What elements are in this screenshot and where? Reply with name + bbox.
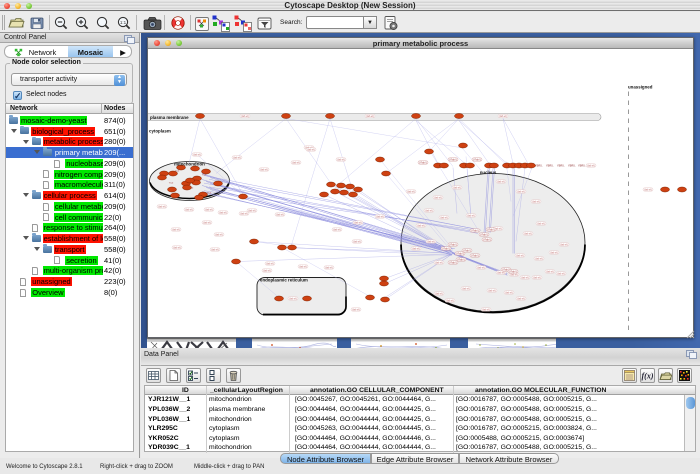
svg-text:(Ylab l): (Ylab l) bbox=[471, 254, 479, 257]
svg-text:(lab el): (lab el) bbox=[185, 208, 193, 211]
svg-text:(lab el): (lab el) bbox=[497, 271, 505, 274]
svg-text:(lab el): (lab el) bbox=[407, 190, 415, 193]
svg-text:(lab el): (lab el) bbox=[446, 299, 454, 302]
svg-text:(lab el): (lab el) bbox=[353, 240, 361, 243]
svg-text:(lab el): (lab el) bbox=[299, 265, 307, 268]
svg-text:(lab el): (lab el) bbox=[440, 216, 448, 219]
svg-text:(lab el): (lab el) bbox=[241, 115, 249, 118]
svg-text:(Ylab l): (Ylab l) bbox=[509, 270, 517, 273]
svg-text:(lab el): (lab el) bbox=[467, 214, 475, 217]
svg-text:(Ylab l): (Ylab l) bbox=[463, 249, 471, 252]
svg-text:(lab el): (lab el) bbox=[587, 164, 595, 167]
svg-text:(lab el): (lab el) bbox=[516, 254, 524, 257]
svg-text:(lab el): (lab el) bbox=[546, 270, 554, 273]
svg-text:(lab el): (lab el) bbox=[215, 233, 223, 236]
svg-text:(lab el): (lab el) bbox=[517, 190, 525, 193]
svg-text:nucleus: nucleus bbox=[480, 170, 497, 175]
svg-text:(lab el): (lab el) bbox=[417, 224, 425, 227]
svg-text:(lab el): (lab el) bbox=[644, 188, 652, 191]
svg-text:(lab el): (lab el) bbox=[532, 200, 540, 203]
svg-text:YBR0..: YBR0.. bbox=[578, 163, 586, 167]
svg-text:(lab el): (lab el) bbox=[505, 291, 513, 294]
svg-text:(lab el): (lab el) bbox=[193, 153, 201, 156]
svg-text:(lab el): (lab el) bbox=[453, 186, 461, 189]
svg-text:YBR0..: YBR0.. bbox=[568, 163, 576, 167]
svg-text:(lab el): (lab el) bbox=[263, 269, 271, 272]
svg-text:(lab el): (lab el) bbox=[352, 308, 360, 311]
svg-text:(lab el): (lab el) bbox=[337, 158, 345, 161]
svg-text:(lab el): (lab el) bbox=[482, 308, 490, 311]
svg-text:(lab el): (lab el) bbox=[462, 287, 470, 290]
svg-text:(Ylab l): (Ylab l) bbox=[449, 158, 457, 161]
svg-text:(lab el): (lab el) bbox=[211, 248, 219, 251]
svg-text:(lab el): (lab el) bbox=[435, 261, 443, 264]
svg-text:1:1: 1:1 bbox=[120, 20, 127, 25]
svg-text:(lab el): (lab el) bbox=[557, 272, 565, 275]
svg-text:(lab el): (lab el) bbox=[425, 209, 433, 212]
svg-text:(lab el): (lab el) bbox=[325, 266, 333, 269]
svg-text:(lab el): (lab el) bbox=[292, 161, 300, 164]
svg-text:(Ylab l): (Ylab l) bbox=[487, 228, 495, 231]
svg-text:(lab el): (lab el) bbox=[289, 297, 297, 300]
svg-text:Ylab: Ylab bbox=[169, 182, 174, 184]
svg-text:(Ylab l): (Ylab l) bbox=[449, 261, 457, 264]
svg-text:(lab el): (lab el) bbox=[497, 180, 505, 183]
svg-text:(lab el): (lab el) bbox=[533, 276, 541, 279]
svg-text:(lab el): (lab el) bbox=[248, 209, 256, 212]
svg-text:(lab el): (lab el) bbox=[510, 273, 518, 276]
svg-text:(lab el): (lab el) bbox=[172, 228, 180, 231]
svg-text:(lab el): (lab el) bbox=[203, 221, 211, 224]
svg-text:(lab el): (lab el) bbox=[521, 276, 529, 279]
svg-text:f(x): f(x) bbox=[642, 372, 654, 381]
svg-text:YBR0..: YBR0.. bbox=[557, 163, 565, 167]
svg-text:(lab el): (lab el) bbox=[524, 232, 532, 235]
svg-text:(lab el): (lab el) bbox=[537, 222, 545, 225]
svg-text:(Ylab l): (Ylab l) bbox=[442, 247, 450, 250]
svg-text:(lab el): (lab el) bbox=[560, 243, 568, 246]
svg-text:Ylab: Ylab bbox=[202, 174, 207, 176]
svg-text:(lab el): (lab el) bbox=[260, 168, 268, 171]
svg-text:(lab el): (lab el) bbox=[366, 115, 374, 118]
svg-text:(Ylab l): (Ylab l) bbox=[419, 161, 427, 164]
svg-text:(Ylab l): (Ylab l) bbox=[449, 243, 457, 246]
svg-text:YBR0..: YBR0.. bbox=[546, 163, 554, 167]
svg-text:(lab el): (lab el) bbox=[333, 228, 341, 231]
svg-text:(lab el): (lab el) bbox=[412, 247, 420, 250]
svg-text:cytoplasm: cytoplasm bbox=[149, 128, 171, 133]
svg-text:mitochondrion: mitochondrion bbox=[174, 161, 205, 166]
svg-text:(lab el): (lab el) bbox=[219, 211, 227, 214]
svg-text:(lab el): (lab el) bbox=[173, 246, 181, 249]
svg-text:(lab el): (lab el) bbox=[434, 196, 442, 199]
svg-text:(lab el): (lab el) bbox=[499, 115, 507, 118]
svg-text:unassigned: unassigned bbox=[628, 84, 653, 89]
svg-text:(lab el): (lab el) bbox=[233, 156, 241, 159]
svg-text:(lab el): (lab el) bbox=[550, 251, 558, 254]
svg-text:(lab el): (lab el) bbox=[354, 221, 362, 224]
svg-text:(lab el): (lab el) bbox=[517, 297, 525, 300]
svg-text:(Ylab l): (Ylab l) bbox=[473, 158, 481, 161]
svg-text:(Ylab l): (Ylab l) bbox=[483, 238, 491, 241]
svg-text:(lab el): (lab el) bbox=[240, 212, 248, 215]
svg-text:(lab el): (lab el) bbox=[435, 292, 443, 295]
svg-text:(lab el): (lab el) bbox=[276, 213, 284, 216]
svg-text:(Ylab l): (Ylab l) bbox=[471, 229, 479, 232]
svg-text:(Ylab l): (Ylab l) bbox=[457, 258, 465, 261]
svg-text:(lab el): (lab el) bbox=[266, 262, 274, 265]
svg-text:(lab el): (lab el) bbox=[535, 257, 543, 260]
svg-text:(lab el): (lab el) bbox=[427, 240, 435, 243]
svg-text:(lab el): (lab el) bbox=[158, 205, 166, 208]
svg-text:(lab el): (lab el) bbox=[205, 208, 213, 211]
svg-text:(Ylab l): (Ylab l) bbox=[480, 233, 488, 236]
svg-text:(lab el): (lab el) bbox=[307, 148, 315, 151]
svg-text:(lab el): (lab el) bbox=[376, 215, 384, 218]
svg-text:endoplasmic reticulum: endoplasmic reticulum bbox=[260, 277, 308, 282]
svg-text:plasma membrane: plasma membrane bbox=[150, 115, 189, 120]
svg-text:(Ylab l): (Ylab l) bbox=[456, 252, 464, 255]
svg-text:(lab el): (lab el) bbox=[477, 266, 485, 269]
svg-text:(lab el): (lab el) bbox=[488, 289, 496, 292]
svg-text:YBR0..: YBR0.. bbox=[535, 163, 543, 167]
